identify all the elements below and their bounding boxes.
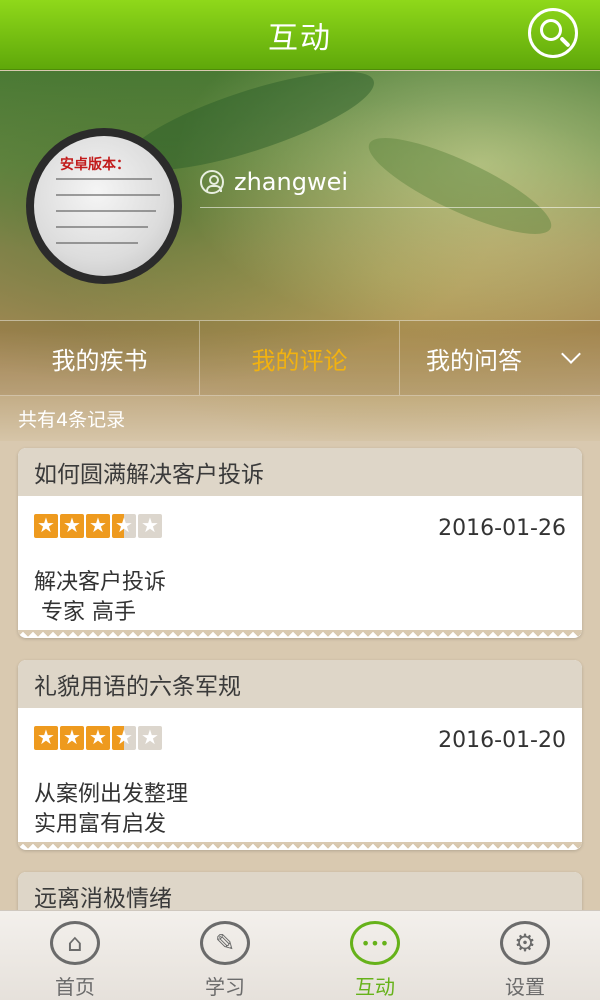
user-row: zhangwei bbox=[200, 168, 348, 196]
divider bbox=[200, 207, 600, 208]
nav-home-label: 首页 bbox=[55, 975, 95, 999]
nav-interact-label: 互动 bbox=[355, 975, 395, 999]
star-rating bbox=[34, 513, 164, 538]
page-title: 互动 bbox=[268, 20, 332, 56]
tab-my-qa-label: 我的问答 bbox=[426, 346, 522, 375]
star-icon bbox=[60, 513, 84, 538]
nav-interact[interactable]: ••• 互动 bbox=[300, 911, 450, 1000]
chevron-down-icon[interactable] bbox=[561, 344, 581, 364]
record-count: 共有4条记录 bbox=[18, 409, 126, 431]
card-description: 解决客户投诉 专家 高手 bbox=[34, 568, 166, 628]
desc-line: 解决客户投诉 bbox=[34, 570, 167, 595]
tab-bar: 我的疾书 我的评论 我的问答 bbox=[0, 320, 600, 396]
username: zhangwei bbox=[234, 168, 349, 196]
star-rating bbox=[34, 725, 164, 750]
star-icon bbox=[60, 725, 84, 750]
search-button[interactable] bbox=[528, 8, 578, 58]
avatar[interactable]: 安卓版本： bbox=[26, 128, 182, 284]
comment-card[interactable]: 如何圆满解决客户投诉 2016-01-26 解决客户投诉 专家 高手 bbox=[18, 448, 582, 638]
nav-home[interactable]: ⌂ 首页 bbox=[0, 911, 150, 1000]
gear-icon: ⚙ bbox=[500, 921, 550, 965]
star-empty-icon bbox=[138, 513, 162, 538]
search-icon bbox=[540, 19, 562, 41]
star-empty-icon bbox=[138, 725, 162, 750]
comment-card[interactable]: 礼貌用语的六条军规 2016-01-20 从案例出发整理 实用富有启发 bbox=[18, 660, 582, 850]
card-title: 礼貌用语的六条军规 bbox=[18, 660, 582, 708]
star-icon bbox=[86, 513, 110, 538]
star-half-icon bbox=[112, 725, 136, 750]
user-icon bbox=[200, 170, 224, 194]
desc-line: 从案例出发整理 bbox=[34, 782, 189, 807]
nav-settings-label: 设置 bbox=[505, 975, 545, 999]
desc-line: 专家 高手 bbox=[34, 600, 136, 625]
card-date: 2016-01-20 bbox=[438, 728, 566, 753]
star-icon bbox=[86, 725, 110, 750]
star-icon bbox=[34, 725, 58, 750]
card-title: 如何圆满解决客户投诉 bbox=[18, 448, 582, 496]
card-description: 从案例出发整理 实用富有启发 bbox=[34, 780, 188, 840]
home-icon: ⌂ bbox=[50, 921, 100, 965]
tab-my-notes[interactable]: 我的疾书 bbox=[0, 321, 200, 395]
star-icon bbox=[34, 513, 58, 538]
card-date: 2016-01-26 bbox=[438, 516, 566, 541]
nav-study-label: 学习 bbox=[205, 975, 245, 999]
nav-settings[interactable]: ⚙ 设置 bbox=[450, 911, 600, 1000]
desc-line: 实用富有启发 bbox=[34, 812, 167, 837]
top-bar: 互动 bbox=[0, 0, 600, 70]
star-half-icon bbox=[112, 513, 136, 538]
bottom-nav: ⌂ 首页 ✎ 学习 ••• 互动 ⚙ 设置 bbox=[0, 910, 600, 1000]
chat-icon: ••• bbox=[350, 921, 400, 965]
nav-study[interactable]: ✎ 学习 bbox=[150, 911, 300, 1000]
tab-my-comments[interactable]: 我的评论 bbox=[200, 321, 400, 395]
tab-my-qa[interactable]: 我的问答 bbox=[400, 321, 600, 395]
compass-icon: ✎ bbox=[200, 921, 250, 965]
